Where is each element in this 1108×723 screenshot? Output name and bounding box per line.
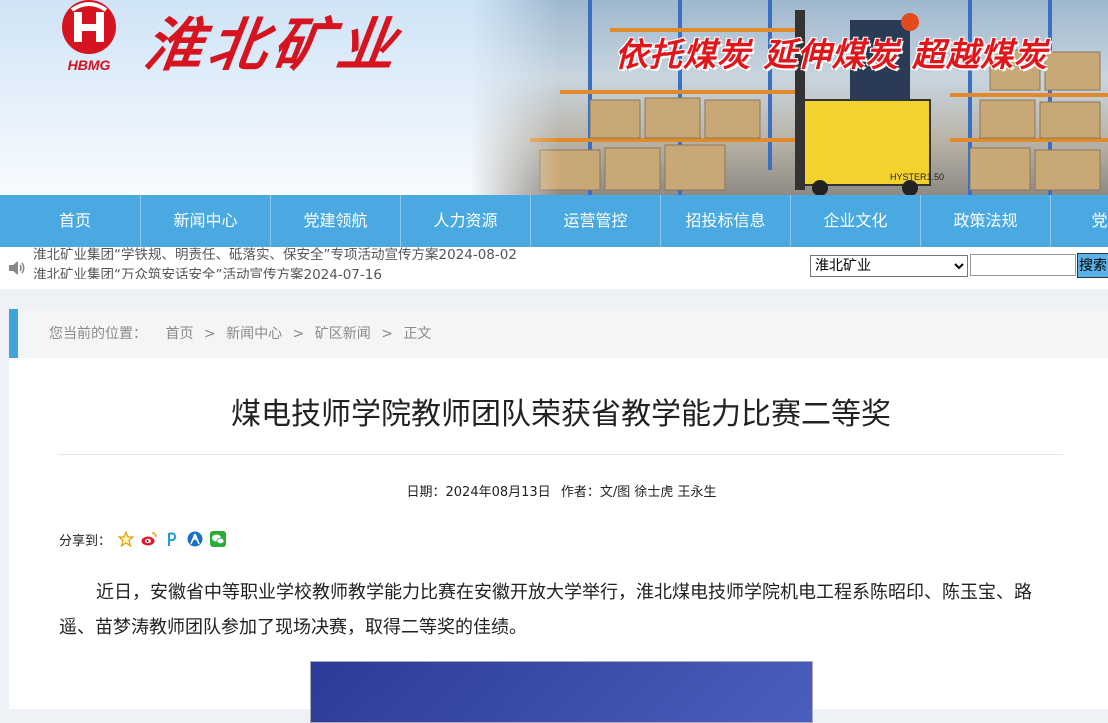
article-date: 日期：2024年08月13日 [406, 485, 551, 500]
share-bar: 分享到： [59, 528, 227, 550]
wechat-icon[interactable] [210, 531, 227, 547]
breadcrumb: 您当前的位置： 首页 > 新闻中心 > 矿区新闻 > 正文 [9, 309, 1108, 358]
article-paragraph: 近日，安徽省中等职业学校教师教学能力比赛在安徽开放大学举行，淮北煤电技师学院机电… [59, 582, 1032, 638]
nav-item-operations[interactable]: 运营管控 [530, 195, 660, 247]
breadcrumb-separator: > [292, 326, 305, 342]
nav-item-home[interactable]: 首页 [10, 195, 140, 247]
breadcrumb-current: 正文 [403, 326, 432, 342]
breadcrumb-home[interactable]: 首页 [165, 326, 193, 342]
star-icon[interactable] [117, 530, 135, 548]
breadcrumb-lead: 您当前的位置： [49, 326, 147, 342]
notice-ticker: 淮北矿业集团“学铁规、明责任、砥落实、保安全”专项活动宣传方案2024-08-0… [33, 247, 613, 279]
nav-item-policy[interactable]: 政策法规 [920, 195, 1050, 247]
header-banner: HYSTER1.50 HBMG 淮北矿业 依托煤炭 延伸煤炭 超越煤炭 [0, 0, 1108, 195]
notice-item[interactable]: 淮北矿业集团“万众筑安话安全”活动宣传方案2024-07-16 [33, 265, 613, 279]
site-select[interactable]: 淮北矿业 [810, 255, 968, 277]
search-input[interactable] [970, 254, 1076, 276]
article-container: 您当前的位置： 首页 > 新闻中心 > 矿区新闻 > 正文 煤电技师学院教师团队… [9, 309, 1108, 723]
slogan: 依托煤炭 延伸煤炭 超越煤炭 [615, 35, 1048, 74]
search-button[interactable]: 搜索 [1077, 253, 1108, 278]
breadcrumb-separator: > [381, 326, 393, 342]
share-label: 分享到： [59, 533, 112, 549]
nav-item-discipline[interactable]: 党纪学 [1050, 195, 1108, 247]
speaker-icon [8, 260, 26, 276]
breadcrumb-mine-news[interactable]: 矿区新闻 [315, 326, 371, 342]
article-title: 煤电技师学院教师团队荣获省教学能力比赛二等奖 [231, 397, 891, 432]
title-divider [59, 454, 1063, 455]
article-image [310, 661, 813, 723]
breadcrumb-separator: > [203, 326, 216, 342]
hbmg-logo[interactable]: HBMG [50, 0, 128, 73]
nav-item-hr[interactable]: 人力资源 [400, 195, 530, 247]
breadcrumb-news[interactable]: 新闻中心 [226, 326, 282, 342]
brand-name: 淮北矿业 [140, 11, 407, 79]
weibo-icon[interactable] [141, 531, 157, 547]
pengyou-icon[interactable] [164, 531, 180, 547]
logo-text: HBMG [68, 57, 111, 72]
forklift-label: HYSTER1.50 [890, 172, 944, 182]
article-meta: 日期：2024年08月13日 作者：文/图 徐士虎 王永生 [9, 481, 1108, 500]
article-author: 作者：文/图 徐士虎 王永生 [560, 485, 717, 500]
renren-icon[interactable] [187, 531, 203, 547]
notice-item[interactable]: 淮北矿业集团“学铁规、明责任、砥落实、保安全”专项活动宣传方案2024-08-0… [33, 247, 613, 265]
nav-item-news[interactable]: 新闻中心 [140, 195, 270, 247]
nav-item-culture[interactable]: 企业文化 [790, 195, 920, 247]
main-nav: 首页 新闻中心 党建领航 人力资源 运营管控 招投标信息 企业文化 政策法规 党… [0, 195, 1108, 247]
notice-bar: 淮北矿业集团“学铁规、明责任、砥落实、保安全”专项活动宣传方案2024-08-0… [0, 247, 1108, 289]
nav-item-bidding[interactable]: 招投标信息 [660, 195, 790, 247]
nav-item-party[interactable]: 党建领航 [270, 195, 400, 247]
